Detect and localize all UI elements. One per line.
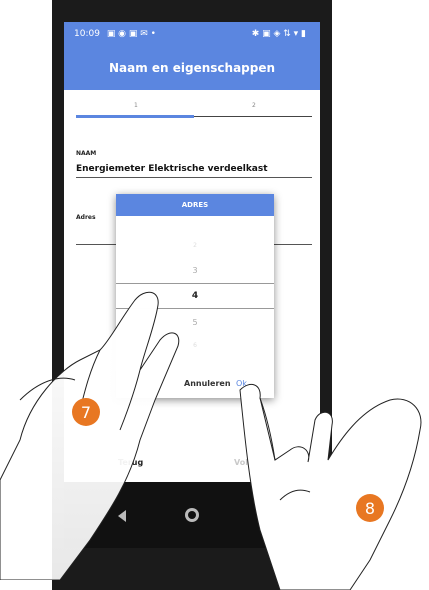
- picker-option[interactable]: 2: [116, 242, 274, 249]
- step-badge-8: 8: [356, 494, 384, 522]
- status-left: 10:09 ▣ ◉ ▣ ✉ •: [74, 29, 160, 39]
- name-field[interactable]: Energiemeter Elektrische verdeelkast: [76, 164, 268, 174]
- notification-icons: ▣ ◉ ▣ ✉ •: [106, 29, 156, 39]
- system-icons: ✱ ▣ ◈ ⇅ ▾ ▮: [251, 29, 306, 39]
- step-2-label: 2: [252, 102, 256, 109]
- left-hand-illustration: [0, 291, 180, 580]
- step-progress-active: [76, 115, 194, 118]
- name-label: NAAM: [76, 150, 97, 157]
- status-bar: 10:09 ▣ ◉ ▣ ✉ • ✱ ▣ ◈ ⇅ ▾ ▮: [64, 22, 320, 46]
- app-bar: Naam en eigenschappen: [64, 46, 320, 90]
- step-progress-rest: [194, 116, 312, 117]
- status-right: ✱ ▣ ◈ ⇅ ▾ ▮: [252, 29, 310, 39]
- address-label: Adres: [76, 214, 96, 221]
- right-hand-illustration: [239, 383, 422, 590]
- dialog-title: ADRES: [116, 194, 274, 216]
- page-title: Naam en eigenschappen: [108, 61, 276, 75]
- name-underline: [76, 177, 312, 178]
- picker-option[interactable]: 3: [116, 266, 274, 275]
- step-1-label: 1: [134, 102, 138, 109]
- status-time: 10:09: [74, 29, 100, 39]
- step-indicator: 1 2: [76, 102, 312, 120]
- step-badge-7: 7: [72, 398, 100, 426]
